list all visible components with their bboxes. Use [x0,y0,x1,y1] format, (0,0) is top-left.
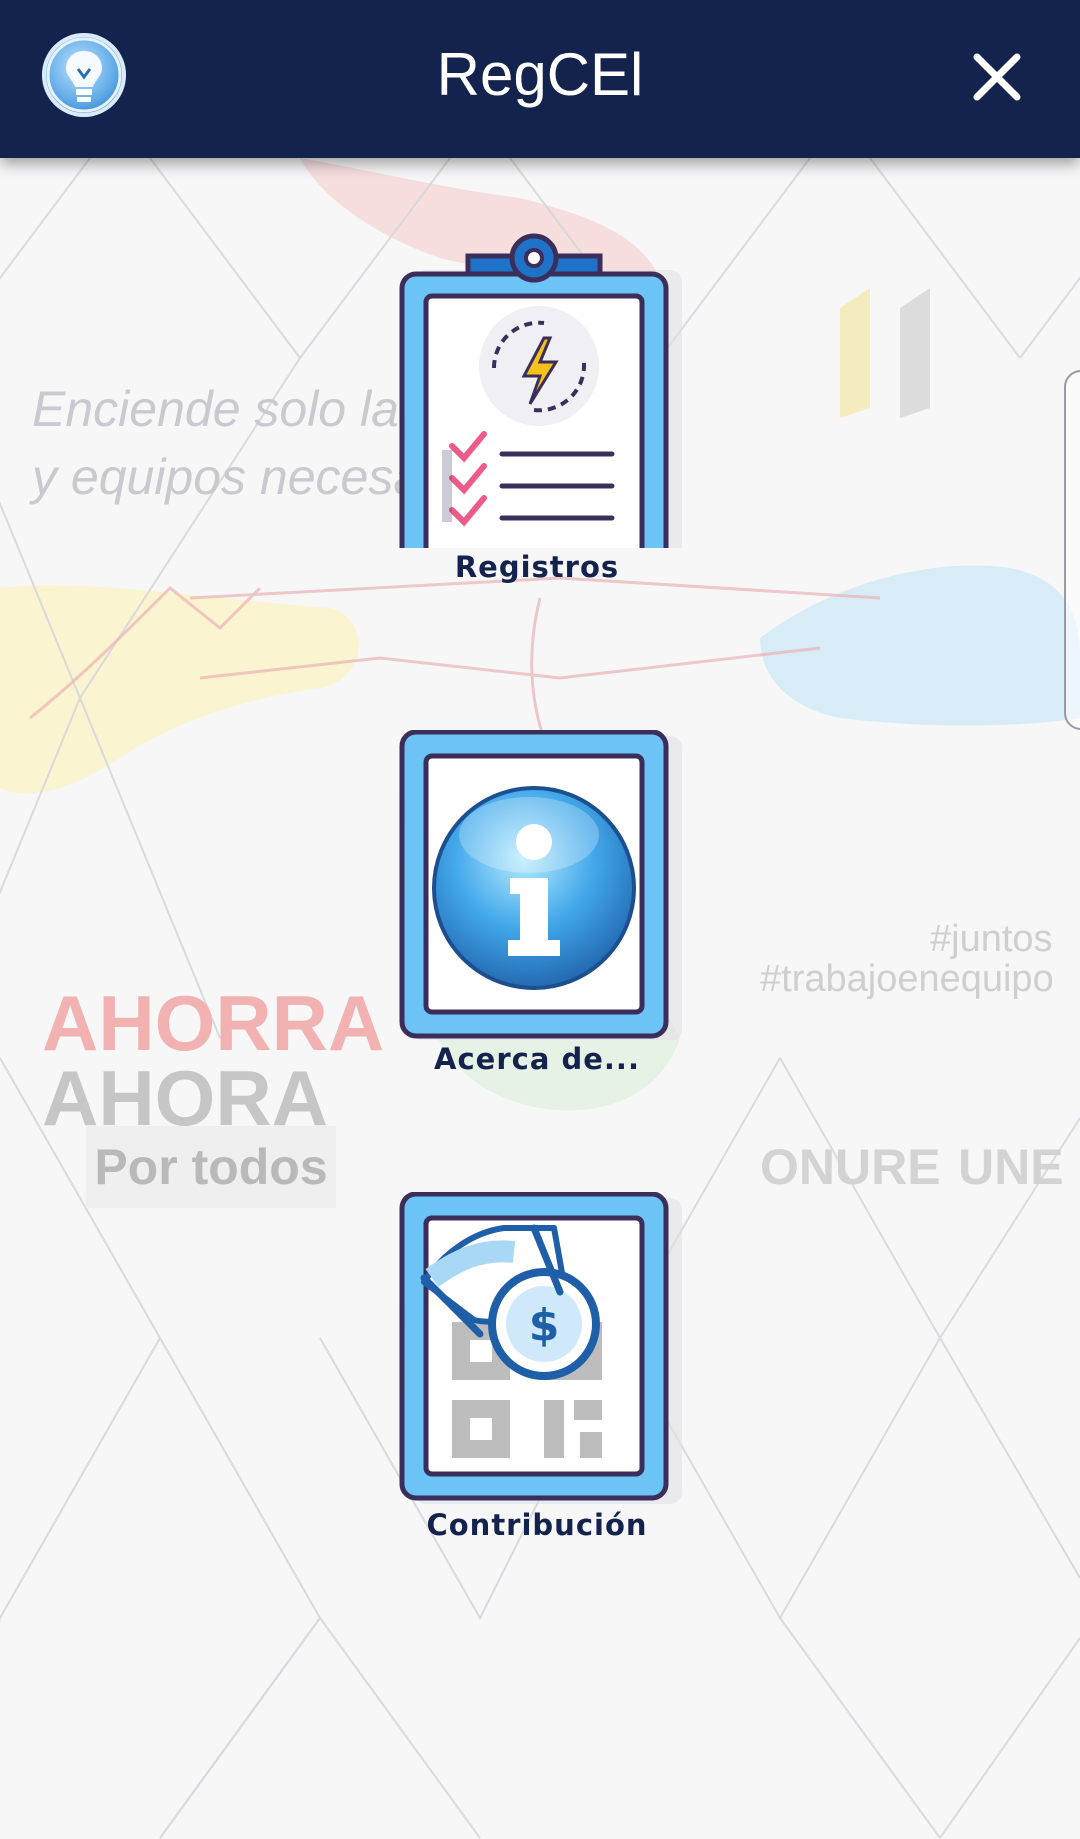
qr-payment-icon: $ [384,1191,690,1506]
app-bar: RegCEl [0,0,1080,158]
clipboard-energy-icon [384,228,690,583]
side-drawer-handle[interactable] [1064,370,1080,730]
menu-label-contribucion: Contribución [426,1508,648,1542]
une-logo: UNE [958,1139,1064,1195]
app-title: RegCEl [436,41,644,108]
onure-logo: ONURE [760,1139,941,1195]
close-icon[interactable] [960,40,1034,114]
hashtag-juntos: #juntos [930,918,1053,960]
menu-item-contribucion[interactable]: $ Contribución [384,1191,690,1542]
menu-item-acerca[interactable]: Acerca de... [384,729,690,1076]
info-icon [384,729,690,1042]
hashtag-trabajo: #trabajoenequipo [760,958,1054,1000]
menu-label-registros: Registros [454,550,620,584]
svg-text:$: $ [529,1300,560,1351]
menu-item-registros[interactable]: Registros [384,228,690,584]
menu-label-acerca: Acerca de... [434,1042,640,1076]
por-todos-text: Por todos [86,1126,336,1208]
